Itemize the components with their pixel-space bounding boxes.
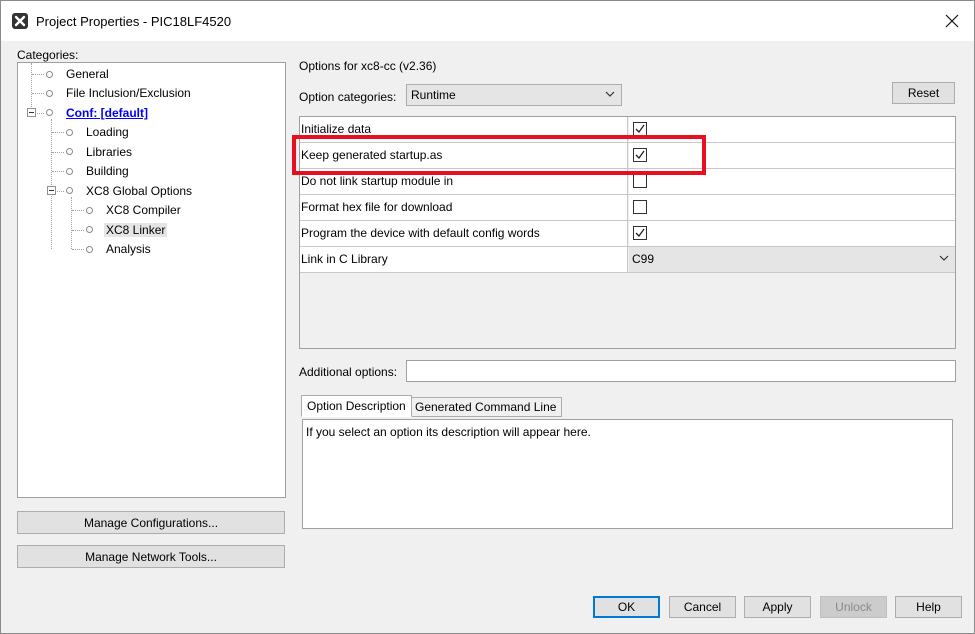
mplab-x-icon [12,13,28,29]
ok-button[interactable]: OK [593,596,660,618]
tree-connector [57,191,64,192]
tree-item-conf-default[interactable]: Conf: [default] [64,104,150,122]
options-header: Options for xc8-cc (v2.36) [299,59,437,73]
tree-connector [52,132,64,133]
apply-button[interactable]: Apply [744,596,811,618]
default-config-words-checkbox[interactable] [633,226,647,240]
chevron-down-icon [605,91,615,97]
tree-item-libraries[interactable]: Libraries [84,143,134,161]
tree-item-analysis[interactable]: Analysis [104,240,153,258]
option-value-cell [629,195,955,220]
tree-connector [72,249,84,250]
close-icon [945,14,959,28]
tree-node-icon [86,226,93,233]
unlock-button: Unlock [820,596,887,618]
tree-node-icon [86,246,93,253]
option-value-cell [629,169,955,194]
tree-connector [31,63,32,109]
tree-connector [51,119,52,249]
tree-item-xc8-linker[interactable]: XC8 Linker [104,221,168,239]
format-hex-checkbox[interactable] [633,200,647,214]
tab-generated-command-line[interactable]: Generated Command Line [409,397,563,417]
tree-item-general[interactable]: General [64,65,111,83]
tree-item-xc8-compiler[interactable]: XC8 Compiler [104,201,183,219]
manage-configurations-button[interactable]: Manage Configurations... [17,511,285,534]
no-startup-module-checkbox[interactable] [633,174,647,188]
tree-connector [72,210,84,211]
c-library-select[interactable]: C99 [629,247,955,272]
option-description-panel: If you select an option its description … [302,419,953,529]
project-properties-dialog: Project Properties - PIC18LF4520 Categor… [0,0,975,634]
additional-options-label: Additional options: [299,365,398,379]
option-value-cell [629,221,955,246]
tree-connector [37,113,44,114]
tree-node-icon [66,148,73,155]
tree-item-file-inclusion[interactable]: File Inclusion/Exclusion [64,84,193,102]
tree-connector [52,152,64,153]
title-bar[interactable]: Project Properties - PIC18LF4520 [1,1,974,41]
tree-node-icon [66,129,73,136]
option-description-text: If you select an option its description … [306,425,591,439]
help-button[interactable]: Help [895,596,962,618]
option-name: Link in C Library [300,247,628,272]
option-name: Do not link startup module in [300,169,628,194]
option-row-initialize-data[interactable]: Initialize data [300,117,955,143]
tree-item-xc8-global-options[interactable]: XC8 Global Options [84,182,194,200]
additional-options-input[interactable] [406,360,956,382]
initialize-data-checkbox[interactable] [633,122,647,136]
option-row-format-hex[interactable]: Format hex file for download [300,195,955,221]
c-library-value: C99 [632,252,655,266]
keep-startup-checkbox[interactable] [633,148,647,162]
tree-connector [32,93,44,94]
close-button[interactable] [931,5,973,37]
option-name: Keep generated startup.as [300,143,628,168]
tree-connector [71,197,72,249]
tree-node-icon [46,71,53,78]
chevron-down-icon [939,255,949,261]
option-name: Program the device with default config w… [300,221,628,246]
tree-item-building[interactable]: Building [84,162,131,180]
cancel-button[interactable]: Cancel [669,596,736,618]
check-icon [635,228,645,238]
reset-button[interactable]: Reset [892,82,955,104]
tree-node-icon [66,187,73,194]
tree-node-icon [46,109,53,116]
option-row-no-startup-module[interactable]: Do not link startup module in [300,169,955,195]
option-value-cell [629,117,955,142]
check-icon [635,124,645,134]
option-categories-value: Runtime [411,88,456,102]
option-name: Initialize data [300,117,628,142]
tree-connector [72,230,84,231]
tree-connector [32,74,44,75]
manage-network-tools-button[interactable]: Manage Network Tools... [17,545,285,568]
check-icon [635,150,645,160]
options-table: Initialize data Keep generated startup.a… [299,116,956,349]
window-title: Project Properties - PIC18LF4520 [36,14,232,29]
categories-label: Categories: [17,48,79,62]
categories-tree[interactable]: General File Inclusion/Exclusion Conf: [… [17,62,286,498]
option-value-cell [629,143,955,168]
tab-option-description[interactable]: Option Description [301,395,412,417]
option-row-keep-startup[interactable]: Keep generated startup.as [300,143,955,169]
tree-connector [52,171,64,172]
tree-node-icon [86,207,93,214]
option-row-c-library[interactable]: Link in C Library C99 [300,247,955,273]
tree-node-icon [66,168,73,175]
option-categories-label: Option categories: [299,90,397,104]
tree-collapse-toggle[interactable] [47,186,56,195]
option-name: Format hex file for download [300,195,628,220]
tree-item-loading[interactable]: Loading [84,123,131,141]
tree-node-icon [46,90,53,97]
option-categories-select[interactable]: Runtime [406,84,622,106]
option-row-default-config-words[interactable]: Program the device with default config w… [300,221,955,247]
tree-collapse-toggle[interactable] [27,108,36,117]
